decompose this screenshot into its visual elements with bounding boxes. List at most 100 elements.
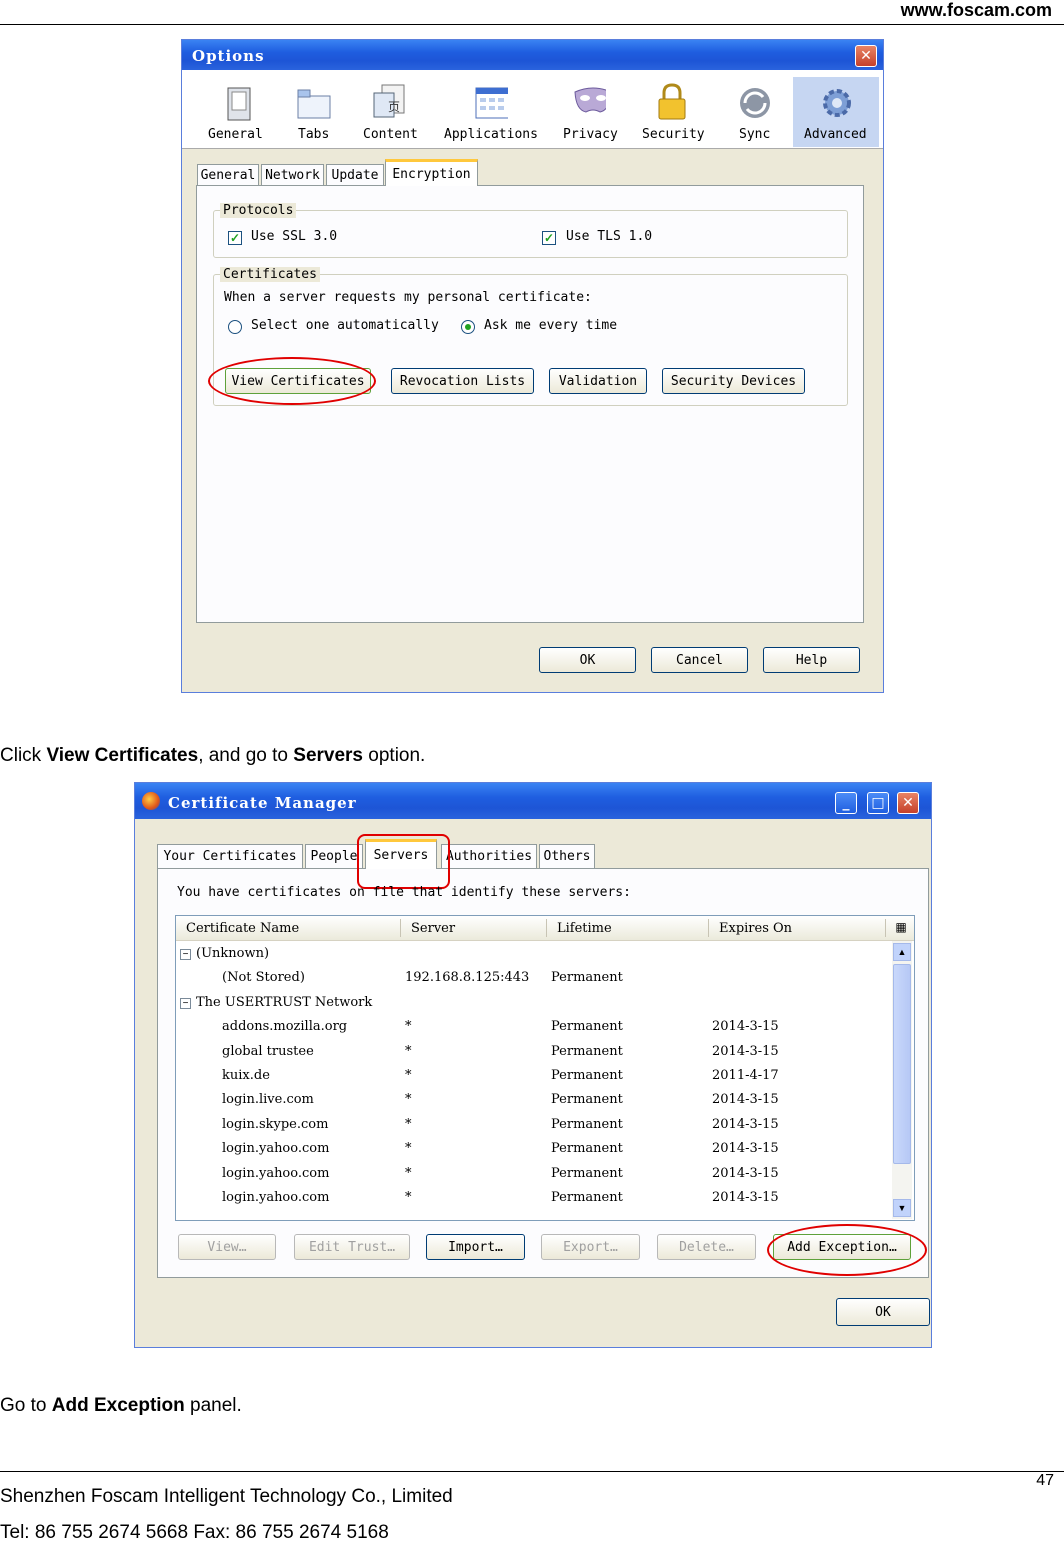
cert-server[interactable]: * <box>405 1190 412 1205</box>
cert-lifetime[interactable]: Permanent <box>551 1068 623 1083</box>
cert-name[interactable]: kuix.de <box>222 1068 270 1083</box>
cert-server[interactable]: * <box>405 1019 412 1034</box>
col-expires-on[interactable]: Expires On <box>719 921 792 936</box>
tab-encryption[interactable]: Encryption <box>385 159 478 186</box>
cert-title: Certificate Manager <box>168 794 357 812</box>
toolbar-content[interactable]: Content <box>363 127 418 142</box>
options-title: Options <box>192 47 265 65</box>
cert-server[interactable]: * <box>405 1166 412 1181</box>
options-help-button[interactable]: Help <box>763 647 860 673</box>
caption1-bold1: View Certificates <box>46 745 199 766</box>
col-certificate-name[interactable]: Certificate Name <box>186 921 299 936</box>
general-icon <box>222 86 256 122</box>
cert-lifetime[interactable]: Permanent <box>551 1117 623 1132</box>
options-close-button[interactable]: ✕ <box>855 45 877 67</box>
cert-lifetime[interactable]: Permanent <box>551 1190 623 1205</box>
cert-expires[interactable]: 2014-3-15 <box>712 1019 779 1034</box>
scroll-up-button[interactable]: ▲ <box>893 943 911 961</box>
scrollbar-thumb[interactable] <box>893 964 911 1164</box>
revocation-lists-button[interactable]: Revocation Lists <box>391 368 534 394</box>
minimize-button[interactable]: _ <box>835 792 857 814</box>
toolbar-security[interactable]: Security <box>642 127 705 142</box>
cert-lifetime[interactable]: Permanent <box>551 1092 623 1107</box>
privacy-icon <box>572 84 606 120</box>
edit-trust-button[interactable]: Edit Trust… <box>294 1234 410 1260</box>
view-button[interactable]: View… <box>178 1234 276 1260</box>
tree-collapse-toggle[interactable]: − <box>180 949 191 960</box>
tree-group-label[interactable]: The USERTRUST Network <box>196 995 372 1010</box>
cert-ok-button[interactable]: OK <box>836 1298 930 1326</box>
tab-people[interactable]: People <box>305 844 363 868</box>
cert-server[interactable]: * <box>405 1141 412 1156</box>
header-rule <box>0 24 1064 25</box>
toolbar-general[interactable]: General <box>208 127 263 142</box>
certificate-manager-window: Certificate Manager _ □ ✕ Your Certifica… <box>134 782 932 1348</box>
cert-lifetime[interactable]: Permanent <box>551 1044 623 1059</box>
cert-server[interactable]: * <box>405 1092 412 1107</box>
tab-network[interactable]: Network <box>261 164 324 185</box>
toolbar-privacy[interactable]: Privacy <box>563 127 618 142</box>
cert-expires[interactable]: 2014-3-15 <box>712 1166 779 1181</box>
ssl-checkbox[interactable]: ✓ <box>228 231 242 245</box>
cert-lifetime[interactable]: Permanent <box>551 1141 623 1156</box>
tab-general[interactable]: General <box>197 164 259 185</box>
caption-add-exception: Go to Add Exception panel. <box>0 1395 242 1417</box>
caption2-post: panel. <box>184 1395 242 1416</box>
toolbar-sync[interactable]: Sync <box>739 127 770 142</box>
cert-lifetime[interactable]: Permanent <box>551 1166 623 1181</box>
tab-others[interactable]: Others <box>539 844 595 868</box>
cert-server[interactable]: * <box>405 1068 412 1083</box>
tls-checkbox[interactable]: ✓ <box>542 231 556 245</box>
cert-expires[interactable]: 2011-4-17 <box>712 1068 779 1083</box>
security-devices-button[interactable]: Security Devices <box>662 368 805 394</box>
cert-name[interactable]: login.yahoo.com <box>222 1166 329 1181</box>
tree-collapse-toggle[interactable]: − <box>180 997 191 1009</box>
radio-ask-label: Ask me every time <box>484 318 618 333</box>
cert-name[interactable]: (Not Stored) <box>222 970 305 985</box>
export-button[interactable]: Export… <box>541 1234 640 1260</box>
radio-ask-every-time[interactable] <box>461 320 475 334</box>
delete-button[interactable]: Delete… <box>657 1234 756 1260</box>
tab-update[interactable]: Update <box>326 164 384 185</box>
tab-authorities[interactable]: Authorities <box>441 844 537 868</box>
cert-server[interactable]: 192.168.8.125:443 <box>405 970 529 985</box>
col-divider <box>708 919 709 937</box>
cert-server[interactable]: * <box>405 1044 412 1059</box>
cert-expires[interactable]: 2014-3-15 <box>712 1044 779 1059</box>
cert-close-button[interactable]: ✕ <box>897 792 919 814</box>
protocols-label: Protocols <box>220 203 297 218</box>
highlight-box-servers <box>357 834 450 889</box>
cert-name[interactable]: login.yahoo.com <box>222 1190 329 1205</box>
cert-name[interactable]: addons.mozilla.org <box>222 1019 347 1034</box>
cert-expires[interactable]: 2014-3-15 <box>712 1117 779 1132</box>
radio-select-auto[interactable] <box>228 320 242 334</box>
cert-expires[interactable]: 2014-3-15 <box>712 1092 779 1107</box>
col-server[interactable]: Server <box>411 921 455 936</box>
cert-expires[interactable]: 2014-3-15 <box>712 1141 779 1156</box>
options-cancel-button[interactable]: Cancel <box>651 647 748 673</box>
cert-lifetime[interactable]: Permanent <box>551 970 623 985</box>
col-divider <box>885 919 886 937</box>
toolbar-tabs[interactable]: Tabs <box>298 127 329 142</box>
tab-your-certificates[interactable]: Your Certificates <box>157 844 303 868</box>
tls-label: Use TLS 1.0 <box>566 229 653 244</box>
cert-name[interactable]: global trustee <box>222 1044 314 1059</box>
cert-server[interactable]: * <box>405 1117 412 1132</box>
validation-button[interactable]: Validation <box>549 368 647 394</box>
options-ok-button[interactable]: OK <box>539 647 636 673</box>
toolbar-applications[interactable]: Applications <box>444 127 538 142</box>
col-lifetime[interactable]: Lifetime <box>557 921 612 936</box>
cert-name[interactable]: login.skype.com <box>222 1117 328 1132</box>
maximize-button[interactable]: □ <box>867 792 889 814</box>
caption2-pre: Go to <box>0 1395 52 1416</box>
cert-expires[interactable]: 2014-3-15 <box>712 1190 779 1205</box>
cert-name[interactable]: login.yahoo.com <box>222 1141 329 1156</box>
cert-lifetime[interactable]: Permanent <box>551 1019 623 1034</box>
toolbar-advanced[interactable]: Advanced <box>804 127 867 142</box>
svg-text:页: 页 <box>388 100 400 114</box>
scroll-down-button[interactable]: ▼ <box>893 1199 911 1217</box>
tree-group-label[interactable]: (Unknown) <box>196 946 269 961</box>
column-picker-icon[interactable]: ▦ <box>893 920 909 936</box>
cert-name[interactable]: login.live.com <box>222 1092 314 1107</box>
import-button[interactable]: Import… <box>426 1234 525 1260</box>
